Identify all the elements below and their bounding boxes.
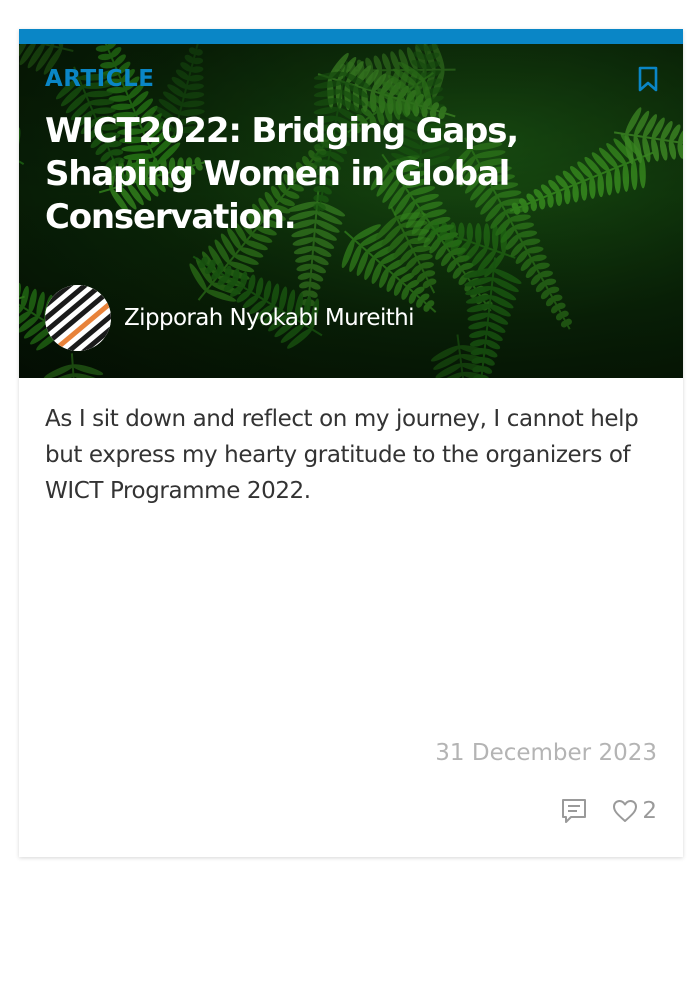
author-info[interactable]: Zipporah Nyokabi Mureithi <box>45 285 415 351</box>
bookmark-icon[interactable] <box>637 66 659 92</box>
avatar <box>45 285 111 351</box>
like-count: 2 <box>642 798 657 824</box>
hero-image[interactable]: ARTICLE WICT2022: Bridging Gaps, Shaping… <box>19 44 683 378</box>
accent-bar <box>19 29 683 44</box>
author-name: Zipporah Nyokabi Mureithi <box>124 305 415 331</box>
like-button[interactable]: 2 <box>612 798 657 824</box>
publish-date: 31 December 2023 <box>435 740 657 766</box>
category-label: ARTICLE <box>45 66 155 92</box>
article-excerpt: As I sit down and reflect on my journey,… <box>45 406 639 504</box>
heart-icon <box>613 800 638 822</box>
article-card[interactable]: ARTICLE WICT2022: Bridging Gaps, Shaping… <box>19 29 683 857</box>
article-title[interactable]: WICT2022: Bridging Gaps, Shaping Women i… <box>45 110 605 239</box>
card-actions: 2 <box>560 797 657 825</box>
comment-icon[interactable] <box>560 797 588 825</box>
